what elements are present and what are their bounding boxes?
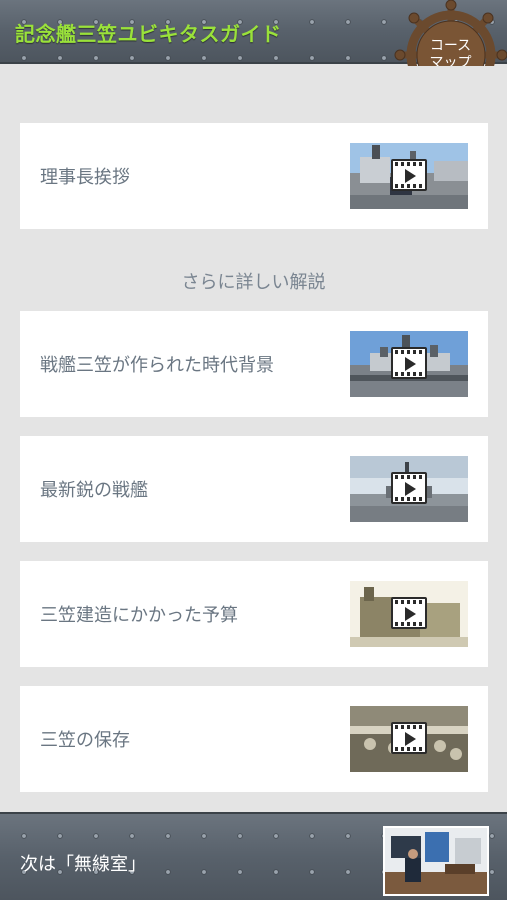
video-thumbnail [350,143,468,209]
video-thumbnail [350,706,468,772]
video-thumbnail [350,331,468,397]
play-icon [391,472,427,504]
play-icon [391,347,427,379]
next-location-thumbnail[interactable] [383,826,489,896]
list-item-label: 三笠建造にかかった予算 [40,605,238,626]
list-item[interactable]: 三笠建造にかかった予算 [20,561,488,667]
list-item-label: 理事長挨拶 [40,167,130,188]
list-item[interactable]: 戦艦三笠が作られた時代背景 [20,311,488,417]
list-item[interactable]: 理事長挨拶 [20,123,488,229]
content-area: 理事長挨拶 さらに詳しい解説 戦艦三笠が作られた時代背景 最新鋭の戦艦 三笠建造… [0,66,507,810]
play-icon [391,597,427,629]
app-title: 記念艦三笠ユビキタスガイド [15,22,282,46]
video-thumbnail [350,456,468,522]
next-location-label: 次は「無線室」 [20,854,146,875]
list-item-label: 最新鋭の戦艦 [40,480,148,501]
list-item-label: 戦艦三笠が作られた時代背景 [40,355,274,376]
list-item-label: 三笠の保存 [40,730,130,751]
section-title: さらに詳しい解説 [181,272,326,293]
footer-bar[interactable]: 次は「無線室」 [0,812,507,900]
video-thumbnail [350,581,468,647]
course-map-label-line1: コース [429,38,472,54]
play-icon [391,159,427,191]
list-item[interactable]: 最新鋭の戦艦 [20,436,488,542]
play-icon [391,722,427,754]
list-item[interactable]: 三笠の保存 [20,686,488,792]
